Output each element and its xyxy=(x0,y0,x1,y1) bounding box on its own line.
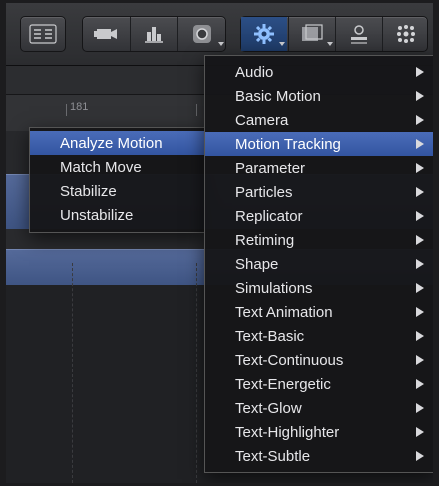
submenu-item-stabilize[interactable]: Stabilize xyxy=(30,179,204,203)
menu-item-label: Parameter xyxy=(235,159,306,177)
menu-item-text-highlighter[interactable]: Text-Highlighter xyxy=(205,420,433,444)
chevron-down-icon xyxy=(279,42,285,46)
submenu-arrow-icon xyxy=(416,259,424,269)
menu-item-label: Text-Energetic xyxy=(235,375,331,393)
menu-item-label: Camera xyxy=(235,111,289,129)
particles-icon xyxy=(396,25,415,43)
chevron-down-icon xyxy=(327,42,333,46)
camera-button[interactable] xyxy=(83,17,129,51)
filters-button[interactable] xyxy=(288,17,335,51)
menu-item-text-energetic[interactable]: Text-Energetic xyxy=(205,372,433,396)
submenu-arrow-icon xyxy=(416,67,424,77)
menu-item-label: Text-Highlighter xyxy=(235,423,340,441)
behaviors-menu-button[interactable] xyxy=(241,17,287,51)
inspector-layout-icon xyxy=(29,24,57,44)
timeline-gridline xyxy=(72,263,73,483)
menu-item-text-glow[interactable]: Text-Glow xyxy=(205,396,433,420)
submenu-item-unstabilize[interactable]: Unstabilize xyxy=(30,203,204,227)
menu-item-audio[interactable]: Audio xyxy=(205,60,433,84)
menu-item-label: Text Animation xyxy=(235,303,333,321)
menu-item-basic-motion[interactable]: Basic Motion xyxy=(205,84,433,108)
ruler-frame-label: 181 xyxy=(70,101,89,113)
ruler-tick xyxy=(196,104,197,116)
submenu-item-label: Unstabilize xyxy=(60,206,134,224)
filters-icon xyxy=(302,24,323,41)
submenu-item-label: Match Move xyxy=(60,158,142,176)
toolbar-group-objects xyxy=(82,16,226,52)
submenu-arrow-icon xyxy=(416,283,424,293)
submenu-arrow-icon xyxy=(416,235,424,245)
menu-item-simulations[interactable]: Simulations xyxy=(205,276,433,300)
menu-item-parameter[interactable]: Parameter xyxy=(205,156,433,180)
submenu-arrow-icon xyxy=(416,379,424,389)
menu-item-replicator[interactable]: Replicator xyxy=(205,204,433,228)
menu-item-shape[interactable]: Shape xyxy=(205,252,433,276)
timeline-gridline xyxy=(196,263,197,483)
inspector-layout-button[interactable] xyxy=(21,17,65,51)
motion-tracking-submenu: Analyze Motion Match Move Stabilize Unst… xyxy=(29,127,205,233)
chevron-down-icon xyxy=(218,42,224,46)
submenu-item-analyze-motion[interactable]: Analyze Motion xyxy=(30,131,204,155)
submenu-arrow-icon xyxy=(416,139,424,149)
submenu-item-label: Analyze Motion xyxy=(60,134,163,152)
submenu-arrow-icon xyxy=(416,211,424,221)
menu-item-label: Shape xyxy=(235,255,279,273)
app-window: 181 Analyze Motion Match Move Stabilize … xyxy=(6,3,433,483)
menu-item-motion-tracking[interactable]: Motion Tracking xyxy=(205,132,433,156)
menu-item-camera[interactable]: Camera xyxy=(205,108,433,132)
particles-button[interactable] xyxy=(382,17,428,51)
generators-icon xyxy=(351,25,367,44)
menu-item-label: Audio xyxy=(235,63,274,81)
submenu-arrow-icon xyxy=(416,451,424,461)
submenu-arrow-icon xyxy=(416,403,424,413)
submenu-item-label: Stabilize xyxy=(60,182,117,200)
menu-item-text-subtle[interactable]: Text-Subtle xyxy=(205,444,433,468)
menu-item-text-continuous[interactable]: Text-Continuous xyxy=(205,348,433,372)
menu-item-label: Text-Continuous xyxy=(235,351,344,369)
menu-item-label: Text-Glow xyxy=(235,399,302,417)
ruler-tick xyxy=(66,104,67,116)
menu-item-label: Text-Basic xyxy=(235,327,305,345)
menu-item-label: Text-Subtle xyxy=(235,447,311,465)
submenu-arrow-icon xyxy=(416,355,424,365)
menu-item-label: Retiming xyxy=(235,231,295,249)
menu-item-label: Motion Tracking xyxy=(235,135,341,153)
toolbar-group-layout xyxy=(20,16,66,52)
behavior-icon xyxy=(145,27,163,43)
generators-button[interactable] xyxy=(335,17,382,51)
submenu-arrow-icon xyxy=(416,91,424,101)
mask-button[interactable] xyxy=(177,17,226,51)
menu-item-particles[interactable]: Particles xyxy=(205,180,433,204)
behaviors-menu: Audio Basic Motion Camera Motion Trackin… xyxy=(204,55,433,473)
submenu-arrow-icon xyxy=(416,427,424,437)
menu-item-label: Simulations xyxy=(235,279,313,297)
behavior-button[interactable] xyxy=(130,17,177,51)
toolbar-group-library xyxy=(240,16,428,52)
submenu-arrow-icon xyxy=(416,115,424,125)
submenu-item-match-move[interactable]: Match Move xyxy=(30,155,204,179)
gear-icon xyxy=(254,24,274,44)
mask-icon xyxy=(193,25,211,43)
menu-item-text-basic[interactable]: Text-Basic xyxy=(205,324,433,348)
camera-icon xyxy=(94,29,117,39)
submenu-arrow-icon xyxy=(416,187,424,197)
menu-item-label: Basic Motion xyxy=(235,87,321,105)
menu-item-label: Replicator xyxy=(235,207,303,225)
submenu-arrow-icon xyxy=(416,307,424,317)
menu-item-text-animation[interactable]: Text Animation xyxy=(205,300,433,324)
submenu-arrow-icon xyxy=(416,331,424,341)
menu-item-label: Particles xyxy=(235,183,293,201)
menu-item-retiming[interactable]: Retiming xyxy=(205,228,433,252)
submenu-arrow-icon xyxy=(416,163,424,173)
